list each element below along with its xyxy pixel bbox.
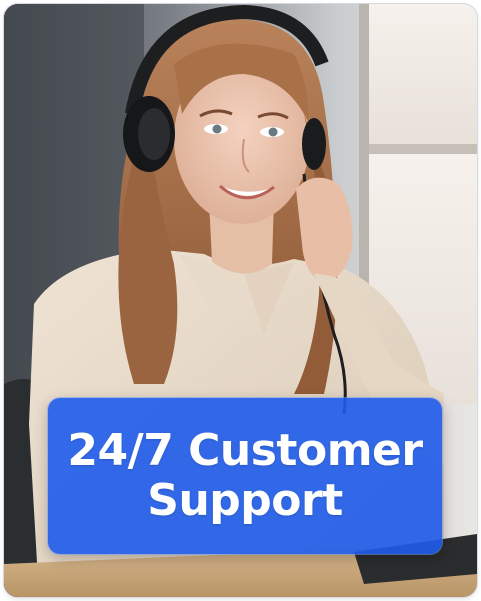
support-banner[interactable]: 24/7 Customer Support (48, 398, 442, 554)
banner-title-line2: Support (147, 475, 343, 526)
banner-title-line1: 24/7 Customer (67, 425, 423, 476)
support-card[interactable]: 24/7 Customer Support (4, 4, 477, 597)
